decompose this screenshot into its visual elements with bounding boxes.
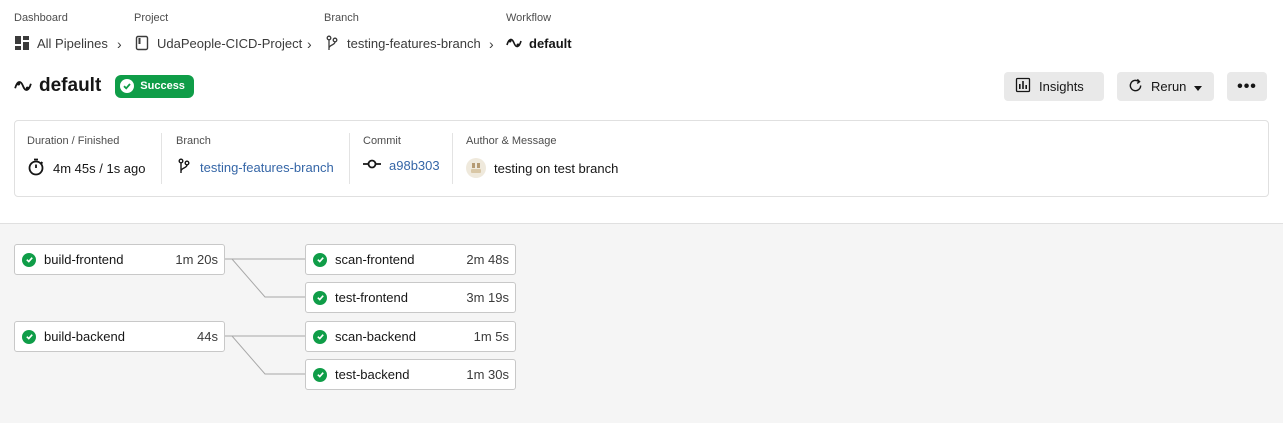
chevron-right-icon: ›	[489, 36, 494, 52]
branch-link[interactable]: testing-features-branch	[200, 160, 334, 175]
summary-duration: Duration / Finished 4m 45s / 1s ago	[27, 133, 146, 185]
check-circle-icon	[22, 252, 36, 267]
check-circle-icon	[313, 252, 327, 267]
more-horizontal-icon: •••	[1237, 77, 1257, 95]
job-name: test-backend	[335, 367, 410, 382]
summary-duration-value: 4m 45s / 1s ago	[53, 161, 146, 176]
summary-caption: Duration / Finished	[27, 135, 120, 147]
job-name: build-frontend	[44, 252, 124, 267]
check-circle-icon	[22, 329, 36, 344]
commit-icon	[363, 158, 381, 173]
job-duration: 3m 19s	[466, 290, 509, 305]
rerun-button[interactable]: Rerun	[1117, 72, 1214, 101]
check-circle-icon	[120, 79, 135, 93]
avatar	[466, 158, 486, 178]
job-scan-backend[interactable]: scan-backend 1m 5s	[305, 321, 516, 352]
summary-caption: Commit	[363, 135, 401, 147]
bar-chart-icon	[1015, 77, 1031, 96]
breadcrumb-caption: Workflow	[506, 12, 552, 24]
commit-message: testing on test branch	[494, 160, 619, 176]
summary-author: Author & Message testing on test branch	[466, 133, 618, 185]
chevron-right-icon: ›	[307, 36, 312, 52]
status-badge-label: Success	[140, 80, 185, 92]
job-duration: 1m 30s	[466, 367, 509, 382]
refresh-icon	[1128, 78, 1143, 96]
breadcrumb-label[interactable]: testing-features-branch	[347, 36, 481, 51]
breadcrumb-branch[interactable]: Branch testing-features-branch	[324, 10, 481, 51]
divider	[161, 133, 162, 184]
workflow-graph: build-frontend 1m 20s scan-frontend 2m 4…	[0, 223, 1283, 423]
job-name: scan-frontend	[335, 252, 415, 267]
job-duration: 1m 20s	[175, 252, 218, 267]
job-scan-frontend[interactable]: scan-frontend 2m 48s	[305, 244, 516, 275]
job-duration: 44s	[197, 329, 218, 344]
breadcrumb-label[interactable]: All Pipelines	[37, 36, 108, 51]
breadcrumb-project[interactable]: Project UdaPeople-CICD-Project	[134, 10, 302, 51]
breadcrumb-caption: Branch	[324, 12, 359, 24]
branch-icon	[324, 35, 340, 51]
chevron-right-icon: ›	[117, 36, 122, 52]
check-circle-icon	[313, 329, 327, 344]
breadcrumb-label: default	[529, 35, 572, 51]
divider	[349, 133, 350, 184]
more-options-button[interactable]: •••	[1227, 72, 1267, 101]
check-circle-icon	[313, 290, 327, 305]
page-title: default	[39, 75, 102, 96]
workflow-header: default Success	[14, 73, 194, 99]
divider	[452, 133, 453, 184]
insights-button[interactable]: Insights	[1004, 72, 1104, 101]
summary-branch: Branch testing-features-branch	[176, 133, 334, 185]
job-build-frontend[interactable]: build-frontend 1m 20s	[14, 244, 225, 275]
project-icon	[134, 35, 150, 51]
job-name: test-frontend	[335, 290, 408, 305]
dashboard-icon	[14, 35, 30, 51]
check-circle-icon	[313, 367, 327, 382]
job-name: scan-backend	[335, 329, 416, 344]
job-duration: 2m 48s	[466, 252, 509, 267]
commit-link[interactable]: a98b303	[389, 158, 440, 173]
summary-caption: Branch	[176, 135, 211, 147]
rerun-button-label: Rerun	[1151, 79, 1187, 94]
workflow-icon	[14, 77, 32, 95]
stopwatch-icon	[27, 158, 45, 179]
job-build-backend[interactable]: build-backend 44s	[14, 321, 225, 352]
breadcrumb-label[interactable]: UdaPeople-CICD-Project	[157, 36, 302, 51]
workflow-icon	[506, 35, 522, 51]
caret-down-icon	[1194, 79, 1203, 94]
branch-icon	[176, 158, 192, 177]
job-test-frontend[interactable]: test-frontend 3m 19s	[305, 282, 516, 313]
status-badge: Success	[115, 74, 194, 98]
workflow-summary-card: Duration / Finished 4m 45s / 1s ago Bran…	[14, 120, 1269, 197]
breadcrumb-caption: Project	[134, 12, 169, 24]
job-name: build-backend	[44, 329, 125, 344]
breadcrumb-workflow: Workflow default	[506, 10, 572, 51]
insights-button-label: Insights	[1039, 79, 1084, 94]
summary-caption: Author & Message	[466, 135, 557, 147]
breadcrumb-dashboard[interactable]: Dashboard All Pipelines	[14, 10, 108, 51]
job-test-backend[interactable]: test-backend 1m 30s	[305, 359, 516, 390]
breadcrumb-caption: Dashboard	[14, 12, 68, 24]
job-duration: 1m 5s	[473, 329, 509, 344]
summary-commit: Commit a98b303	[363, 133, 440, 185]
